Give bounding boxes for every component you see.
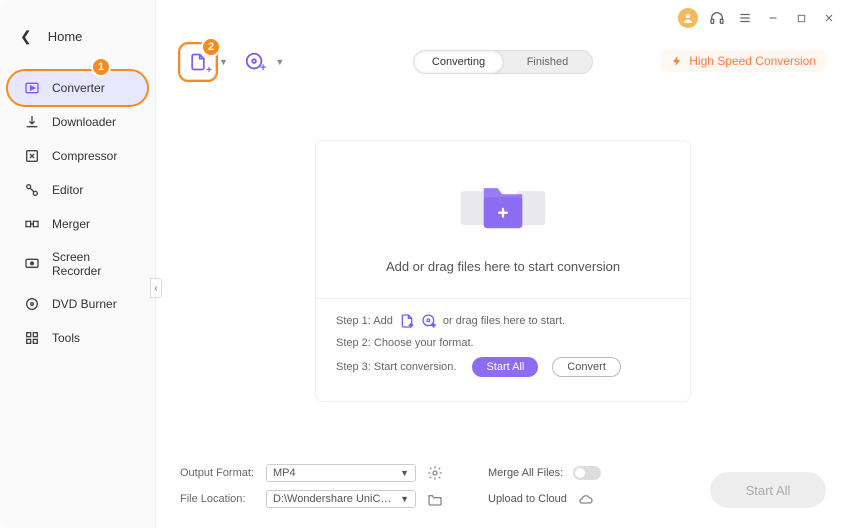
- callout-badge-1: 1: [91, 57, 111, 77]
- file-location-value: D:\Wondershare UniConverter 1: [273, 493, 393, 505]
- sidebar-item-dvd-burner[interactable]: DVD Burner: [0, 287, 155, 321]
- cloud-icon[interactable]: [577, 490, 595, 508]
- screen-recorder-icon: [24, 256, 40, 272]
- sidebar-item-label: Screen Recorder: [52, 250, 139, 278]
- output-format-select[interactable]: MP4 ▼: [266, 464, 416, 482]
- svg-text:+: +: [432, 323, 436, 329]
- chevron-down-icon: ▼: [400, 468, 409, 478]
- bolt-icon: [671, 55, 683, 67]
- step1-post: or drag files here to start.: [443, 315, 565, 327]
- step1-pre: Step 1: Add: [336, 315, 393, 327]
- downloader-icon: [24, 114, 40, 130]
- home-row: ❮ Home: [0, 20, 155, 65]
- add-file-inline-icon[interactable]: +: [399, 313, 415, 329]
- sidebar-item-downloader[interactable]: Downloader: [0, 105, 155, 139]
- merger-icon: [24, 216, 40, 232]
- toolbar: 2 + ▼ + ▼: [180, 44, 284, 80]
- main-area: 2 + ▼ + ▼ Converting Finished High Speed…: [156, 0, 850, 528]
- add-file-dropdown-caret[interactable]: ▼: [219, 57, 228, 67]
- high-speed-conversion-badge[interactable]: High Speed Conversion: [661, 50, 826, 72]
- tab-converting[interactable]: Converting: [413, 50, 504, 74]
- add-file-button[interactable]: 2 +: [180, 44, 216, 80]
- start-all-button-inline[interactable]: Start All: [472, 357, 538, 377]
- convert-button-inline[interactable]: Convert: [552, 357, 621, 377]
- sidebar-item-label: DVD Burner: [52, 297, 117, 311]
- callout-badge-2: 2: [201, 37, 221, 57]
- tab-segmented-control: Converting Finished: [413, 50, 593, 74]
- add-dvd-dropdown-caret[interactable]: ▼: [275, 57, 284, 67]
- file-location-select[interactable]: D:\Wondershare UniConverter 1 ▼: [266, 490, 416, 508]
- sidebar-item-screen-recorder[interactable]: Screen Recorder: [0, 241, 155, 287]
- step3-text: Step 3: Start conversion.: [336, 361, 456, 373]
- converter-icon: [24, 80, 40, 96]
- sidebar-item-merger[interactable]: Merger: [0, 207, 155, 241]
- sidebar-item-label: Tools: [52, 331, 80, 345]
- add-dvd-inline-icon[interactable]: +: [421, 313, 437, 329]
- tab-finished[interactable]: Finished: [503, 51, 592, 73]
- sidebar-item-compressor[interactable]: Compressor: [0, 139, 155, 173]
- step-3-row: Step 3: Start conversion. Start All Conv…: [336, 357, 670, 377]
- tools-icon: [24, 330, 40, 346]
- drop-zone[interactable]: Add or drag files here to start conversi…: [316, 141, 690, 298]
- steps-panel: Step 1: Add + + or drag files here to st…: [316, 299, 690, 401]
- sidebar-item-label: Editor: [52, 183, 83, 197]
- sidebar-item-tools[interactable]: Tools: [0, 321, 155, 355]
- start-all-button[interactable]: Start All: [710, 472, 826, 508]
- sidebar-item-label: Downloader: [52, 115, 116, 129]
- folder-plus-icon: [453, 169, 553, 241]
- output-settings-icon[interactable]: [426, 464, 444, 482]
- footer: Output Format: MP4 ▼ Merge All Files: Fi…: [180, 464, 826, 516]
- drop-text: Add or drag files here to start conversi…: [332, 259, 674, 274]
- dvd-burner-icon: [24, 296, 40, 312]
- merge-label: Merge All Files:: [488, 467, 563, 479]
- output-format-value: MP4: [273, 467, 296, 479]
- file-location-label: File Location:: [180, 493, 256, 505]
- sidebar: ❮ Home 1 Converter Downloader Compressor…: [0, 0, 156, 528]
- sidebar-item-label: Converter: [52, 81, 105, 95]
- merge-all-files-toggle[interactable]: [573, 466, 601, 480]
- sidebar-item-label: Merger: [52, 217, 90, 231]
- upload-cloud-label: Upload to Cloud: [488, 493, 567, 505]
- output-format-label: Output Format:: [180, 467, 256, 479]
- step-2-row: Step 2: Choose your format.: [336, 337, 670, 349]
- svg-text:+: +: [409, 323, 413, 329]
- add-dvd-button[interactable]: + ▼: [244, 51, 284, 73]
- sidebar-item-editor[interactable]: Editor: [0, 173, 155, 207]
- sidebar-item-converter[interactable]: 1 Converter: [8, 71, 147, 105]
- compressor-icon: [24, 148, 40, 164]
- step-1-row: Step 1: Add + + or drag files here to st…: [336, 313, 670, 329]
- hsc-label: High Speed Conversion: [689, 54, 816, 68]
- sidebar-collapse-handle[interactable]: ‹: [150, 278, 162, 298]
- drop-card: Add or drag files here to start conversi…: [315, 140, 691, 402]
- open-folder-icon[interactable]: [426, 490, 444, 508]
- home-label: Home: [48, 29, 83, 44]
- editor-icon: [24, 182, 40, 198]
- step2-text: Step 2: Choose your format.: [336, 337, 474, 349]
- chevron-down-icon: ▼: [400, 494, 409, 504]
- sidebar-item-label: Compressor: [52, 149, 117, 163]
- back-chevron-icon[interactable]: ❮: [20, 28, 32, 45]
